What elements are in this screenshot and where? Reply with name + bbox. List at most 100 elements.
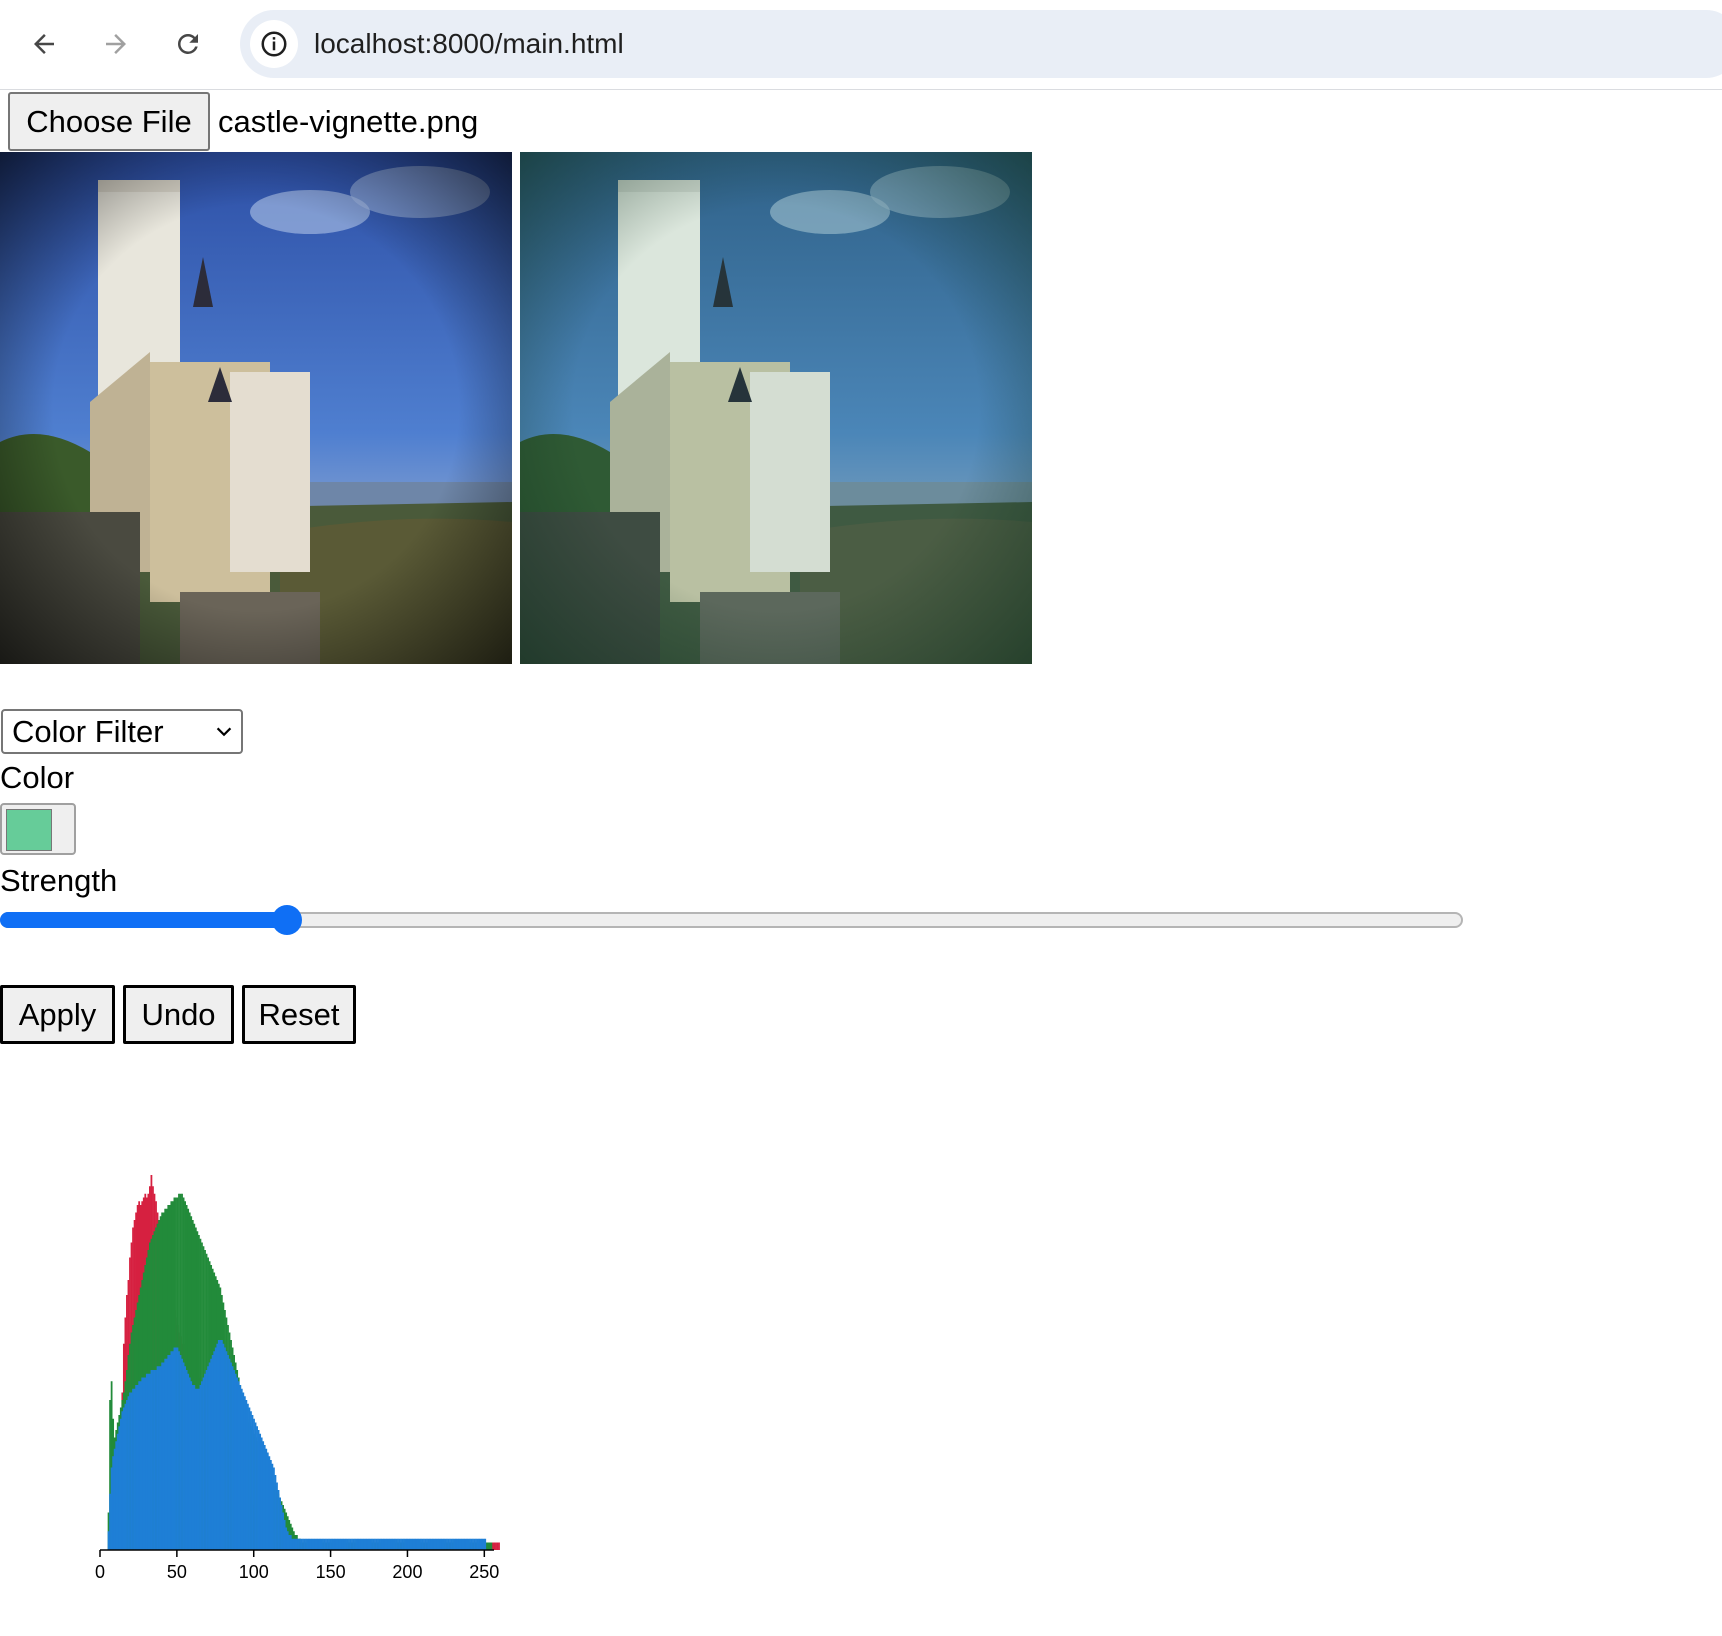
filtered-image [520,152,1032,664]
filter-select[interactable]: Color Filter [1,709,243,754]
histogram-bar [276,1482,278,1550]
reload-button[interactable] [164,20,212,68]
histogram-bar [300,1538,303,1550]
histogram-bar [296,1538,298,1550]
histogram-bar [240,1388,243,1550]
address-bar[interactable]: localhost:8000/main.html [240,10,1722,78]
histogram-bar [222,1343,225,1550]
histogram-bar [449,1538,451,1550]
strength-label: Strength [0,863,118,898]
histogram-bar [404,1538,407,1550]
histogram-bar [390,1538,393,1550]
histogram-bar [251,1415,254,1550]
histogram-bar [403,1538,405,1550]
histogram-bar [351,1538,353,1550]
histogram-bar [418,1538,421,1550]
histogram-bar [452,1538,454,1550]
histogram-bar [432,1538,435,1550]
apply-button[interactable]: Apply [0,985,115,1044]
histogram-bar [337,1538,340,1550]
histogram-bar [478,1538,480,1550]
histogram-bar [453,1538,456,1550]
histogram-bar [372,1538,375,1550]
histogram-bar [107,1531,110,1550]
histogram-bar [410,1538,413,1550]
histogram-bar [119,1418,122,1550]
histogram-bar [306,1538,309,1550]
histogram-bar [188,1377,191,1550]
histogram-bar [168,1355,171,1550]
browser-toolbar: localhost:8000/main.html [0,0,1722,90]
histogram-bar [397,1538,399,1550]
histogram-series-2 [107,1340,487,1550]
histogram-bar [142,1377,145,1550]
reset-button[interactable]: Reset [242,985,356,1044]
strength-slider-thumb[interactable] [272,905,303,935]
histogram-bar [430,1538,433,1550]
histogram-bar [498,1542,500,1550]
histogram-bar [459,1538,462,1550]
histogram-bar [250,1411,252,1550]
histogram-bar [309,1538,312,1550]
histogram-bar [429,1538,431,1550]
histogram-bar [155,1370,157,1550]
histogram-bar [358,1538,361,1550]
histogram-bar [159,1366,162,1550]
histogram-bar [196,1388,199,1550]
histogram-bar [109,1493,111,1550]
histogram-bar [256,1426,258,1550]
histogram-bar [484,1538,487,1550]
histogram-bar [381,1538,384,1550]
back-button[interactable] [20,20,68,68]
histogram-bar [153,1370,156,1550]
histogram-bar [285,1527,288,1550]
histogram-bar [234,1373,237,1550]
histogram-bar [217,1340,220,1550]
forward-button[interactable] [92,20,140,68]
histogram-bar [158,1366,160,1550]
histogram-bar [280,1505,283,1550]
histogram-bar [386,1538,389,1550]
rgb-histogram: 0 50 100 150 200 250 [95,1175,500,1582]
histogram-bar [208,1362,211,1550]
histogram-bar [136,1385,139,1550]
histogram-bar [271,1463,274,1550]
histogram-bar [479,1538,482,1550]
selected-file-name: castle-vignette.png [218,104,479,139]
histogram-bar [426,1538,428,1550]
strength-slider-fill [0,912,288,928]
url-text[interactable]: localhost:8000/main.html [314,10,624,78]
histogram-bar [139,1381,142,1550]
histogram-bar [374,1538,376,1550]
histogram-bar [245,1400,248,1550]
histogram-bar [355,1538,358,1550]
histogram-bar [263,1445,266,1550]
histogram-bar [211,1355,214,1550]
histogram-bar [259,1433,262,1550]
histogram-bar [145,1373,148,1550]
histogram-bar [461,1538,464,1550]
histogram-bar [110,1467,113,1550]
histogram-bar [423,1538,425,1550]
histogram-bar [173,1347,176,1550]
forward-arrow-icon [106,34,126,54]
histogram-bar [369,1538,372,1550]
histogram-bar [320,1538,323,1550]
histogram-bar [433,1538,436,1550]
histogram-bar [115,1441,118,1550]
histogram-bar [371,1538,373,1550]
histogram-bar [133,1388,136,1550]
histogram-bar [302,1538,304,1550]
histogram-bar [149,1373,151,1550]
histogram-bar [191,1385,194,1550]
histogram-bar [170,1351,173,1550]
undo-button[interactable]: Undo [123,985,234,1044]
histogram-bar [394,1538,396,1550]
color-picker[interactable] [0,803,76,855]
histogram-bar [171,1351,174,1550]
histogram-bar [204,1373,206,1550]
histogram-bar [456,1538,459,1550]
site-info-button[interactable] [250,20,298,68]
histogram-bar [311,1538,314,1550]
choose-file-button[interactable]: Choose File [8,92,210,151]
